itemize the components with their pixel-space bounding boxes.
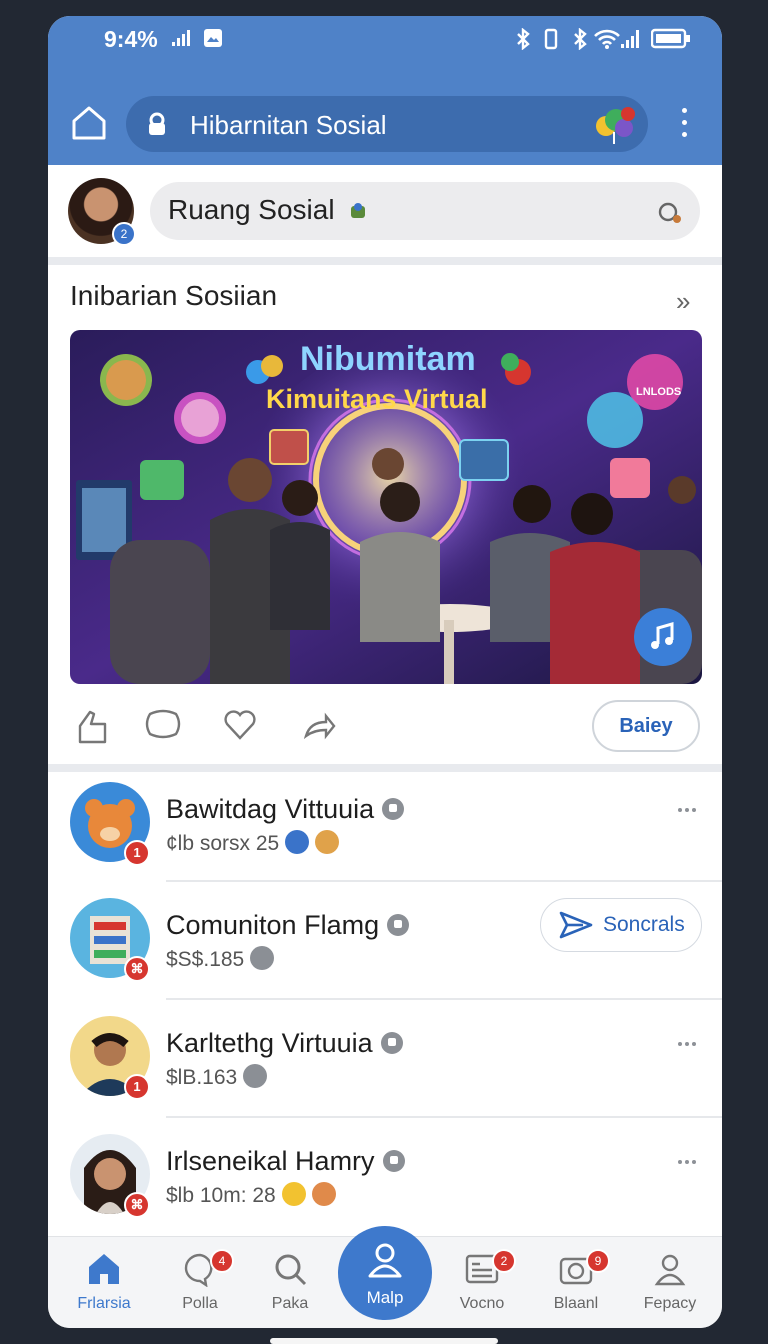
- more-horiz-icon[interactable]: [678, 1160, 700, 1168]
- list-item-title[interactable]: Bawitdag Vittuuia: [166, 794, 405, 825]
- music-note-icon: [651, 622, 674, 649]
- nav-label: Polla: [182, 1295, 218, 1312]
- post-image[interactable]: Nibumitam Kimuitans Virtual LNLODS: [70, 330, 702, 684]
- like-icon[interactable]: [76, 708, 110, 744]
- lock-icon: [149, 112, 165, 135]
- divider: [166, 998, 722, 1000]
- image-headline: Nibumitam: [300, 340, 476, 378]
- nav-badge: 9: [586, 1249, 610, 1273]
- save-button[interactable]: Baiey: [592, 700, 700, 752]
- paw-icon: [315, 830, 340, 854]
- heart-icon[interactable]: [222, 708, 258, 742]
- signal-icon: [621, 30, 639, 48]
- image-sign: LNLODS: [636, 386, 682, 398]
- more-horiz-icon[interactable]: [678, 808, 700, 816]
- signal-icon: [172, 30, 190, 46]
- notification-badge: ⌘: [124, 1192, 150, 1218]
- more-horiz-icon[interactable]: [678, 1042, 700, 1050]
- nav-item-paka[interactable]: Paka: [242, 1237, 338, 1328]
- sticker-icon: [311, 1182, 336, 1206]
- nav-label: Frlarsia: [77, 1295, 131, 1312]
- send-label: Soncrals: [603, 913, 685, 936]
- phone-screen: 9:4% Hibarnitan Sosial 2 Ruang Sosial In…: [48, 16, 722, 1328]
- profile-icon: [368, 1243, 402, 1278]
- nav-label: Paka: [271, 1295, 309, 1312]
- nav-badge: 4: [210, 1249, 234, 1273]
- divider: [48, 764, 722, 772]
- list-item-title[interactable]: Comuniton Flamg: [166, 910, 410, 941]
- search-icon[interactable]: [656, 200, 684, 226]
- image-icon: [204, 29, 222, 47]
- bluetooth-icon: [574, 28, 587, 50]
- verified-icon: [380, 1032, 403, 1054]
- notification-badge: 1: [124, 1074, 150, 1100]
- grid-icon: [285, 830, 310, 854]
- nav-item-malp[interactable]: Malp: [338, 1226, 432, 1320]
- composer-placeholder: Ruang Sosial: [168, 194, 335, 225]
- list-item-meta: $lB.163: [166, 1064, 268, 1090]
- nav-label: Malp: [366, 1288, 404, 1307]
- nav-item-vocno[interactable]: 2 Vocno: [434, 1237, 530, 1328]
- nav-label: Blaanl: [553, 1295, 599, 1312]
- music-button[interactable]: [634, 608, 692, 666]
- divider: [166, 1116, 722, 1118]
- send-icon: [559, 911, 593, 939]
- vibrate-icon: [544, 28, 558, 50]
- search-icon: [275, 1254, 307, 1286]
- balloons-icon[interactable]: [592, 102, 640, 148]
- notification-badge: ⌘: [124, 956, 150, 982]
- home-icon: [89, 1254, 119, 1284]
- more-vert-icon[interactable]: [676, 104, 692, 144]
- comment-icon[interactable]: [144, 708, 182, 742]
- nav-item-blaanl[interactable]: 9 Blaanl: [528, 1237, 624, 1328]
- app-title: Hibarnitan Sosial: [190, 110, 387, 140]
- status-time: 9:4%: [104, 26, 158, 52]
- nav-label: Vocno: [459, 1295, 505, 1312]
- notification-badge: 1: [124, 840, 150, 866]
- list-item-meta: $S$.185: [166, 946, 275, 972]
- list-item-title[interactable]: Irlseneikal Hamry: [166, 1146, 405, 1177]
- divider: [48, 257, 722, 265]
- home-icon[interactable]: [70, 104, 108, 142]
- verified-icon: [387, 914, 410, 936]
- avatar-badge: 2: [112, 222, 136, 246]
- app-bar: 9:4% Hibarnitan Sosial: [48, 16, 722, 165]
- emoji-icon: [281, 1182, 306, 1206]
- nav-item-polla[interactable]: 4 Polla: [152, 1237, 248, 1328]
- send-button[interactable]: Soncrals: [540, 898, 702, 952]
- list-item-meta: $lb 10m: 28: [166, 1182, 336, 1208]
- info-icon: [250, 946, 275, 970]
- chevron-right-icon[interactable]: »: [676, 286, 690, 317]
- bluetooth-icon: [517, 28, 530, 50]
- image-subheadline: Kimuitans Virtual: [266, 384, 488, 414]
- nav-badge: 2: [492, 1249, 516, 1273]
- battery-icon: [651, 28, 690, 49]
- nav-item-home[interactable]: Frlarsia: [56, 1237, 152, 1328]
- list-item-meta: ¢lb sorsx 25: [166, 830, 340, 856]
- verified-icon: [382, 1150, 405, 1172]
- upload-icon: [243, 1064, 268, 1088]
- divider: [166, 880, 722, 882]
- verified-icon: [382, 798, 405, 820]
- wifi-icon: [594, 29, 620, 49]
- list-item-title[interactable]: Karltethg Virtuuia: [166, 1028, 403, 1059]
- home-indicator: [270, 1338, 498, 1344]
- composer-input[interactable]: Ruang Sosial: [150, 182, 700, 240]
- section-title: Inibarian Sosiian: [70, 280, 278, 311]
- share-icon[interactable]: [302, 708, 336, 742]
- nav-item-fepacy[interactable]: Fepacy: [622, 1237, 718, 1328]
- nav-label: Fepacy: [643, 1295, 697, 1312]
- search-bar[interactable]: Hibarnitan Sosial: [126, 96, 648, 152]
- sticker-icon: [351, 203, 365, 218]
- person-icon: [654, 1254, 686, 1286]
